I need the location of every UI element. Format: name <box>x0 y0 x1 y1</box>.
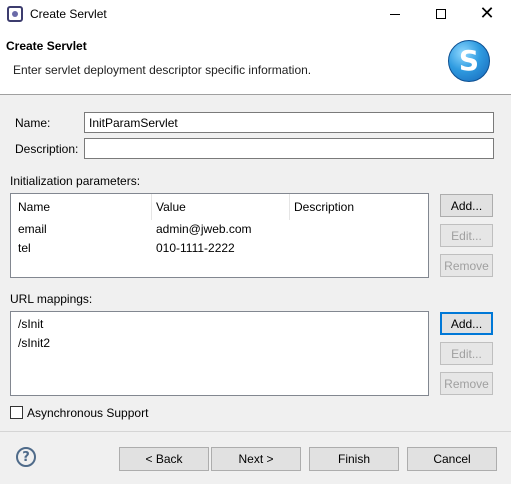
column-header-name[interactable]: Name <box>18 200 50 214</box>
column-header-description[interactable]: Description <box>294 200 354 214</box>
init-params-remove-button[interactable]: Remove <box>440 254 493 277</box>
table-row-name[interactable]: email <box>18 222 47 236</box>
table-row-name[interactable]: tel <box>18 241 31 255</box>
servlet-logo-letter: S <box>458 44 480 77</box>
banner-description: Enter servlet deployment descriptor spec… <box>13 63 312 77</box>
name-input[interactable] <box>84 112 494 133</box>
name-label: Name: <box>15 116 51 130</box>
cancel-button[interactable]: Cancel <box>407 447 497 471</box>
url-mappings-edit-button[interactable]: Edit... <box>440 342 493 365</box>
init-params-label: Initialization parameters: <box>10 174 141 188</box>
list-item[interactable]: /sInit <box>18 317 43 331</box>
banner-title: Create Servlet <box>6 39 87 53</box>
finish-button[interactable]: Finish <box>309 447 399 471</box>
column-divider <box>289 194 290 220</box>
eclipse-app-icon <box>7 6 23 22</box>
url-mappings-label: URL mappings: <box>10 292 93 306</box>
maximize-button[interactable] <box>418 0 464 28</box>
minimize-icon <box>390 13 400 15</box>
list-item[interactable]: /sInit2 <box>18 336 50 350</box>
maximize-icon <box>436 9 446 19</box>
column-divider <box>151 194 152 220</box>
servlet-logo-icon: S <box>448 40 490 82</box>
table-row-value[interactable]: 010-1111-2222 <box>156 241 235 255</box>
init-params-table[interactable]: Name Value Description email admin@jweb.… <box>10 193 429 278</box>
table-row-value[interactable]: admin@jweb.com <box>156 222 252 236</box>
url-mappings-add-button[interactable]: Add... <box>440 312 493 335</box>
url-mappings-list[interactable]: /sInit /sInit2 <box>10 311 429 396</box>
init-params-add-button[interactable]: Add... <box>440 194 493 217</box>
async-support-checkbox[interactable] <box>10 406 23 419</box>
help-icon[interactable]: ? <box>16 447 36 467</box>
url-mappings-remove-button[interactable]: Remove <box>440 372 493 395</box>
back-button[interactable]: < Back <box>119 447 209 471</box>
description-input[interactable] <box>84 138 494 159</box>
window-title: Create Servlet <box>30 7 107 21</box>
close-button[interactable]: ✕ <box>464 0 510 28</box>
wizard-banner: Create Servlet Enter servlet deployment … <box>0 28 511 95</box>
column-header-value[interactable]: Value <box>156 200 186 214</box>
close-icon: ✕ <box>479 3 495 24</box>
init-params-edit-button[interactable]: Edit... <box>440 224 493 247</box>
title-bar: Create Servlet ✕ <box>0 0 511 28</box>
footer-divider <box>0 431 511 432</box>
next-button[interactable]: Next > <box>211 447 301 471</box>
description-label: Description: <box>15 142 79 156</box>
async-support-label[interactable]: Asynchronous Support <box>27 406 148 420</box>
minimize-button[interactable] <box>372 0 418 28</box>
